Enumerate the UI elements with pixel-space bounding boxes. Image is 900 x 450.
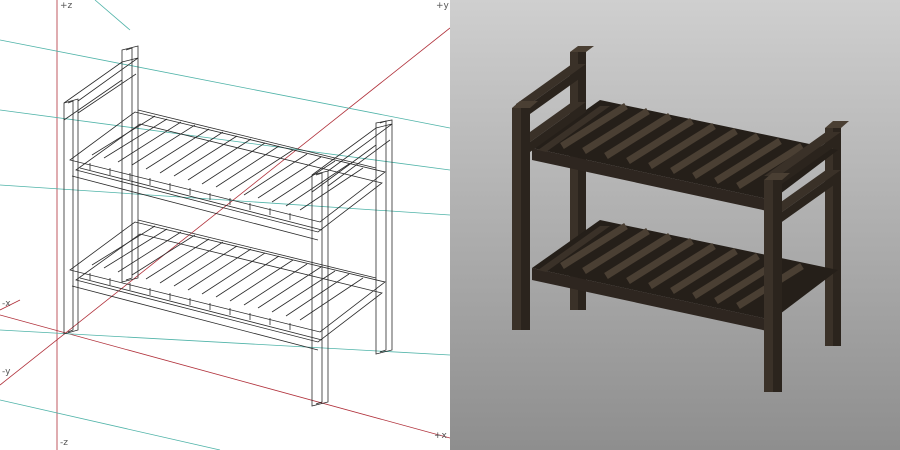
axis-grid [0,0,450,450]
render-viewport[interactable] [450,0,900,450]
axis-label-x-pos: +x [434,431,447,441]
grid-cyan-3 [0,184,450,216]
grid-cyan-6 [0,399,221,450]
grid-cyan-1 [0,39,450,129]
axis-label-x-neg: -x [2,299,11,309]
axis-label-y-pos: +y [436,1,449,11]
axis-label-z-neg: -z [60,438,68,448]
axis-y-diagonal [0,27,450,386]
grid-cyan-5 [94,0,131,31]
wireframe-viewport[interactable]: +z +y -x -y -z +x [0,0,450,450]
axis-label-z-pos: +z [60,1,73,11]
render-canvas [450,0,900,450]
viewer-window: +z +y -x -y -z +x [0,0,900,450]
grid-cyan-2 [0,109,450,171]
rack-wireframe [63,45,393,407]
axis-label-y-neg: -y [2,367,11,377]
wireframe-canvas [0,0,450,450]
